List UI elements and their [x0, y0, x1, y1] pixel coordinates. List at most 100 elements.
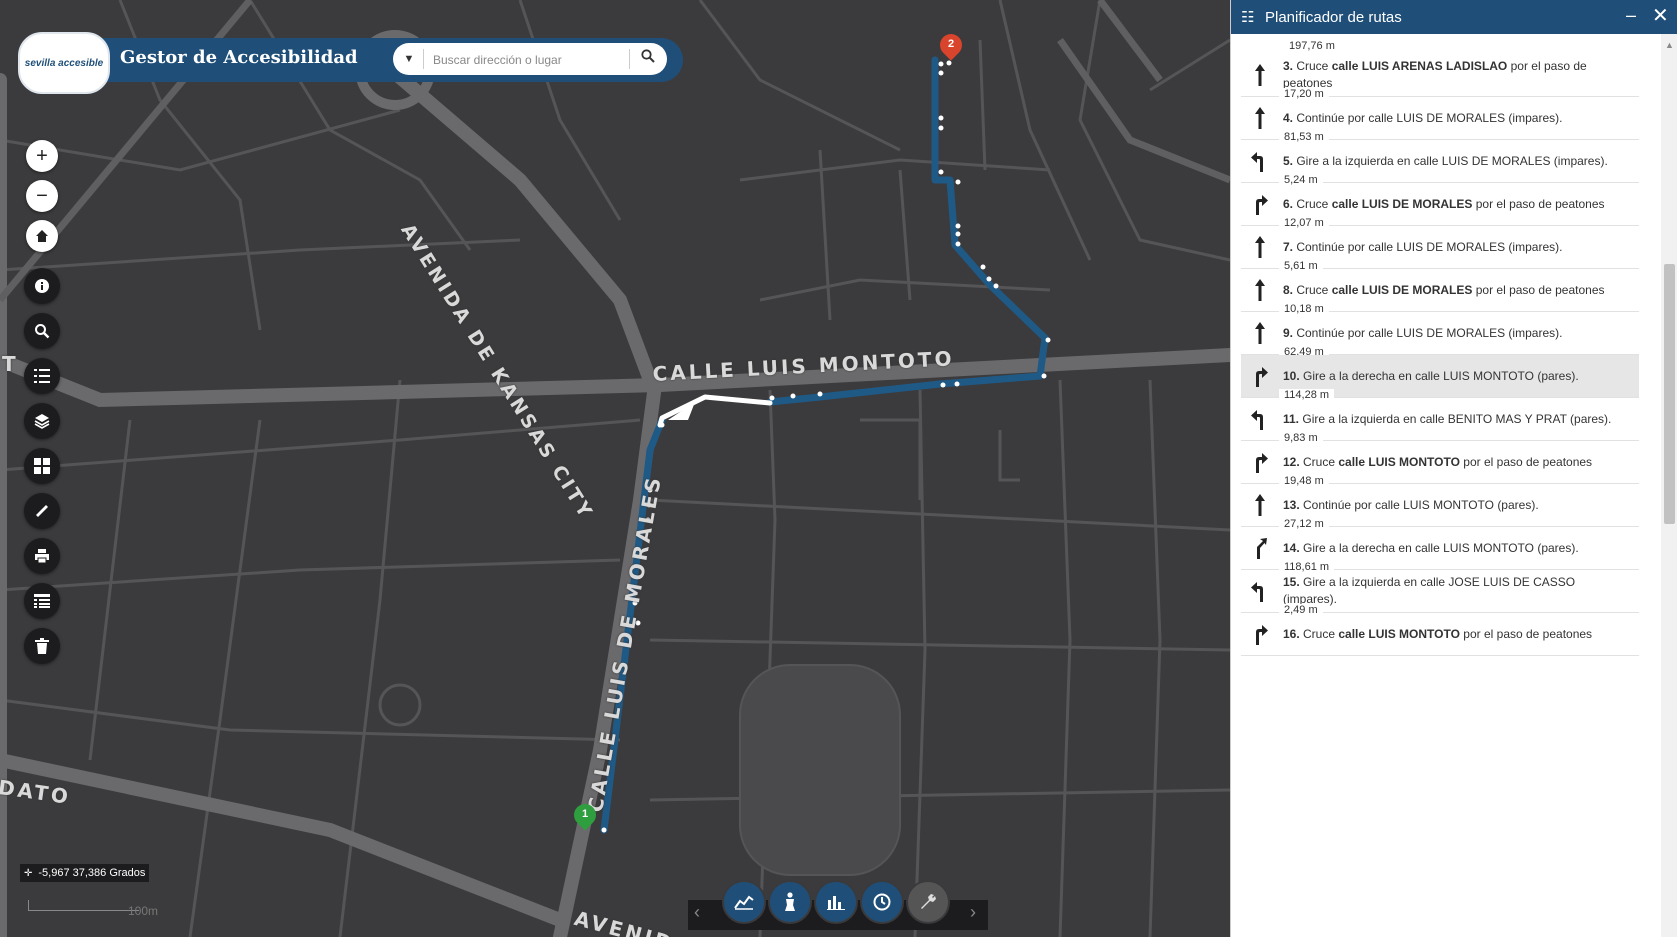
crosshair-icon[interactable]: ✛	[24, 868, 32, 879]
search-tool-button[interactable]	[24, 313, 60, 349]
step-instruction: Continúe por calle LUIS DE MORALES (impa…	[1296, 239, 1563, 254]
layers-icon	[34, 414, 50, 429]
scale-label: 100m	[128, 904, 159, 918]
accessibility-widget-button[interactable]	[768, 880, 812, 924]
step-number: 5.	[1283, 153, 1297, 168]
direction-step[interactable]: 16. Cruce calle LUIS MONTOTO por el paso…	[1241, 613, 1639, 656]
step-number: 9.	[1283, 325, 1297, 340]
step-instruction: Gire a la derecha en calle LUIS MONTOTO …	[1303, 540, 1579, 555]
attribute-table-button[interactable]	[24, 583, 60, 619]
print-button[interactable]	[24, 538, 60, 574]
scale-bar	[28, 900, 139, 911]
zoom-out-button[interactable]: −	[26, 180, 58, 212]
chevron-left-icon[interactable]: ‹	[694, 902, 700, 923]
step-street: calle LUIS MONTOTO	[1338, 626, 1460, 641]
search-input[interactable]	[431, 48, 625, 72]
step-instruction-suffix: por el paso de peatones	[1472, 196, 1605, 211]
minus-icon: −	[36, 184, 48, 207]
step-text: 15. Gire a la izquierda en calle JOSE LU…	[1283, 574, 1639, 608]
search-icon	[641, 49, 655, 63]
end-marker[interactable]: 2	[935, 29, 967, 64]
chevron-right-icon[interactable]: ›	[970, 902, 976, 923]
distance-label: 197,76 m	[1289, 40, 1335, 52]
layers-button[interactable]	[24, 403, 60, 439]
step-text: 8. Cruce calle LUIS DE MORALES por el pa…	[1283, 273, 1639, 307]
basemap-gallery-button[interactable]	[24, 448, 60, 484]
arrow-up-icon	[1249, 320, 1271, 346]
step-distance: 197,76 m	[1241, 34, 1641, 54]
street-label-t: T	[2, 352, 19, 376]
step-text: 4. Continúe por calle LUIS DE MORALES (i…	[1283, 101, 1639, 135]
step-number: 8.	[1283, 282, 1297, 297]
home-icon	[36, 230, 48, 242]
step-text: 14. Gire a la derecha en calle LUIS MONT…	[1283, 531, 1639, 565]
legend-button[interactable]	[24, 358, 60, 394]
scroll-up-icon[interactable]: ▲	[1665, 40, 1674, 50]
step-text: 10. Gire a la derecha en calle LUIS MONT…	[1283, 359, 1639, 393]
measure-button[interactable]	[24, 493, 60, 529]
home-button[interactable]	[26, 220, 58, 252]
turn-left-icon	[1249, 578, 1271, 604]
minimize-button[interactable]: –	[1626, 5, 1636, 26]
search-source-dropdown[interactable]: ▼	[399, 49, 419, 69]
step-street: calle LUIS DE MORALES	[1331, 282, 1473, 297]
chart-widget-button[interactable]	[722, 880, 766, 924]
step-number: 16.	[1283, 626, 1304, 641]
step-number: 6.	[1283, 196, 1297, 211]
trash-icon	[35, 638, 49, 654]
clear-button[interactable]	[24, 628, 60, 664]
divider	[629, 49, 630, 69]
chart-icon	[734, 895, 754, 910]
step-instruction: Cruce	[1296, 196, 1332, 211]
turn-left-icon	[1249, 148, 1271, 174]
step-instruction: Gire a la izquierda en calle LUIS DE MOR…	[1296, 153, 1608, 168]
scrollbar-thumb[interactable]	[1664, 264, 1675, 524]
turn-right-icon	[1249, 621, 1271, 647]
start-marker[interactable]: 1	[569, 799, 601, 834]
directions-list[interactable]: 197,76 m 3. Cruce calle LUIS ARENAS LADI…	[1241, 34, 1641, 937]
step-number: 4.	[1283, 110, 1297, 125]
logo: sevilla accesible	[18, 32, 110, 94]
step-text: 16. Cruce calle LUIS MONTOTO por el paso…	[1283, 617, 1639, 651]
ruler-icon	[36, 505, 48, 517]
turn-left-icon	[1249, 406, 1271, 432]
step-instruction-suffix: por el paso de peatones	[1459, 454, 1593, 469]
time-widget-button[interactable]	[860, 880, 904, 924]
step-instruction: Continúe por calle LUIS DE MORALES (impa…	[1296, 325, 1563, 340]
step-number: 15.	[1283, 575, 1304, 589]
info-button[interactable]	[24, 268, 60, 304]
list-icon	[34, 369, 50, 383]
app-title: Gestor de Accesibilidad	[120, 47, 358, 68]
step-text: 3. Cruce calle LUIS ARENAS LADISLAO por …	[1283, 58, 1639, 92]
arrow-up-icon	[1249, 234, 1271, 260]
step-instruction: Gire a la izquierda en calle BENITO MAS …	[1302, 411, 1612, 426]
wrench-icon	[921, 894, 936, 909]
tools-widget-button[interactable]	[906, 880, 950, 924]
turn-right-icon	[1249, 363, 1271, 389]
zoom-in-button[interactable]: +	[26, 140, 58, 172]
stats-widget-button[interactable]	[814, 880, 858, 924]
panel-title: Planificador de rutas	[1265, 9, 1402, 26]
step-number: 11.	[1283, 411, 1303, 426]
step-instruction: Cruce	[1303, 454, 1339, 469]
panel-header: ☷ Planificador de rutas – ✕	[1231, 0, 1677, 34]
bar-chart-icon	[827, 896, 845, 910]
step-text: 12. Cruce calle LUIS MONTOTO por el paso…	[1283, 445, 1639, 479]
step-instruction: Cruce	[1303, 626, 1339, 641]
search-button[interactable]	[635, 49, 661, 69]
step-instruction: Cruce	[1296, 59, 1332, 73]
step-street: calle LUIS MONTOTO	[1338, 454, 1460, 469]
arrow-up-icon	[1249, 277, 1271, 303]
plus-icon: +	[36, 144, 48, 167]
search-icon	[35, 324, 50, 339]
scrollbar[interactable]: ▲	[1661, 34, 1677, 937]
map-view[interactable]: AVENIDA DE KANSAS CITY CALLE LUIS MONTOT…	[0, 0, 1230, 937]
step-number: 3.	[1283, 59, 1297, 73]
step-instruction-suffix: por el paso de peatones	[1472, 282, 1605, 297]
step-number: 10.	[1283, 368, 1304, 383]
step-instruction: Gire a la izquierda en calle JOSE LUIS D…	[1283, 575, 1576, 606]
search-box: ▼	[393, 43, 667, 75]
step-instruction: Cruce	[1296, 282, 1332, 297]
step-number: 14.	[1283, 540, 1304, 555]
close-button[interactable]: ✕	[1652, 3, 1669, 28]
